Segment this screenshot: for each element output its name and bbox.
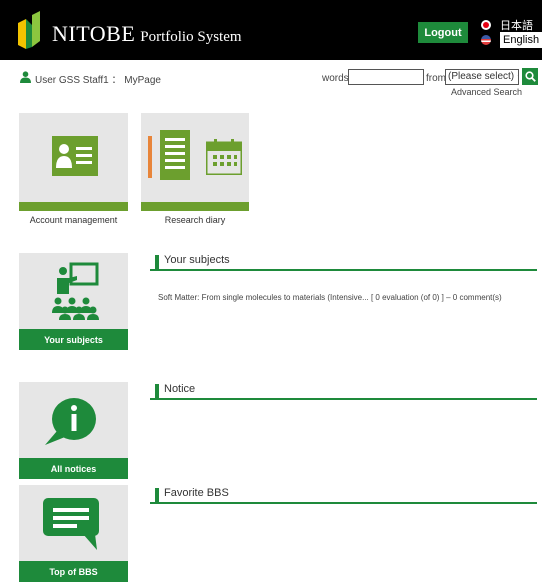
from-label: from xyxy=(426,73,446,84)
search-from-select[interactable]: (Please select) ∨ xyxy=(445,69,519,85)
account-management-label[interactable]: Account management xyxy=(19,215,128,225)
top-of-bbs-tile[interactable]: Top of BBS xyxy=(19,485,128,582)
research-diary-tile[interactable] xyxy=(141,113,249,211)
section-marker xyxy=(155,488,159,502)
search-words-input[interactable] xyxy=(348,69,424,85)
search-icon xyxy=(524,71,536,82)
search-from-selected: (Please select) xyxy=(448,71,515,82)
search-button[interactable] xyxy=(522,68,538,85)
user-mypage-link[interactable]: User GSS Staff1 ： MyPage xyxy=(35,71,161,86)
top-of-bbs-tile-label: Top of BBS xyxy=(19,561,128,582)
notice-section-title: Notice xyxy=(164,383,196,395)
subject-list-item[interactable]: Soft Matter: From single molecules to ma… xyxy=(158,293,502,302)
section-marker xyxy=(155,255,159,269)
advanced-search-link[interactable]: Advanced Search xyxy=(451,87,522,97)
your-subjects-tile[interactable]: Your subjects xyxy=(19,253,128,350)
teacher-class-icon xyxy=(52,262,99,320)
id-card-icon xyxy=(52,136,98,176)
lang-english-label: English xyxy=(500,32,542,48)
header-bar: NITOBE Portfolio System Logout 日本語 Englis… xyxy=(0,0,542,60)
app-title-main: NITOBE xyxy=(52,21,136,46)
tile-accent-bar xyxy=(19,202,128,211)
words-label: words xyxy=(322,73,349,84)
app-title-sub: Portfolio System xyxy=(140,29,242,45)
your-subjects-section-title: Your subjects xyxy=(164,254,230,266)
message-bubble-icon xyxy=(43,498,99,550)
notice-section-header: Notice xyxy=(150,383,537,400)
app-title[interactable]: NITOBE Portfolio System xyxy=(52,21,242,47)
research-diary-label[interactable]: Research diary xyxy=(141,215,249,225)
all-notices-tile[interactable]: All notices xyxy=(19,382,128,479)
lang-english[interactable]: English xyxy=(481,32,542,48)
favorite-bbs-section-title: Favorite BBS xyxy=(164,487,229,499)
tile-accent-bar xyxy=(141,202,249,211)
logo-icon xyxy=(18,11,40,49)
account-management-tile[interactable] xyxy=(19,113,128,211)
info-bubble-icon xyxy=(45,398,96,445)
your-subjects-tile-label: Your subjects xyxy=(19,329,128,350)
favorite-bbs-section-header: Favorite BBS xyxy=(150,487,537,504)
japan-flag-icon xyxy=(481,20,491,30)
user-icon xyxy=(20,71,31,83)
all-notices-tile-label: All notices xyxy=(19,458,128,479)
your-subjects-section-header: Your subjects xyxy=(150,254,537,271)
logout-button[interactable]: Logout xyxy=(418,22,468,43)
calendar-icon xyxy=(206,139,242,175)
chevron-down-icon: ∨ xyxy=(517,74,518,81)
lang-japanese-label: 日本語 xyxy=(500,20,533,32)
notebook-icon xyxy=(148,130,190,180)
section-marker xyxy=(155,384,159,398)
us-flag-icon xyxy=(481,35,491,45)
lang-japanese[interactable]: 日本語 xyxy=(481,17,533,33)
